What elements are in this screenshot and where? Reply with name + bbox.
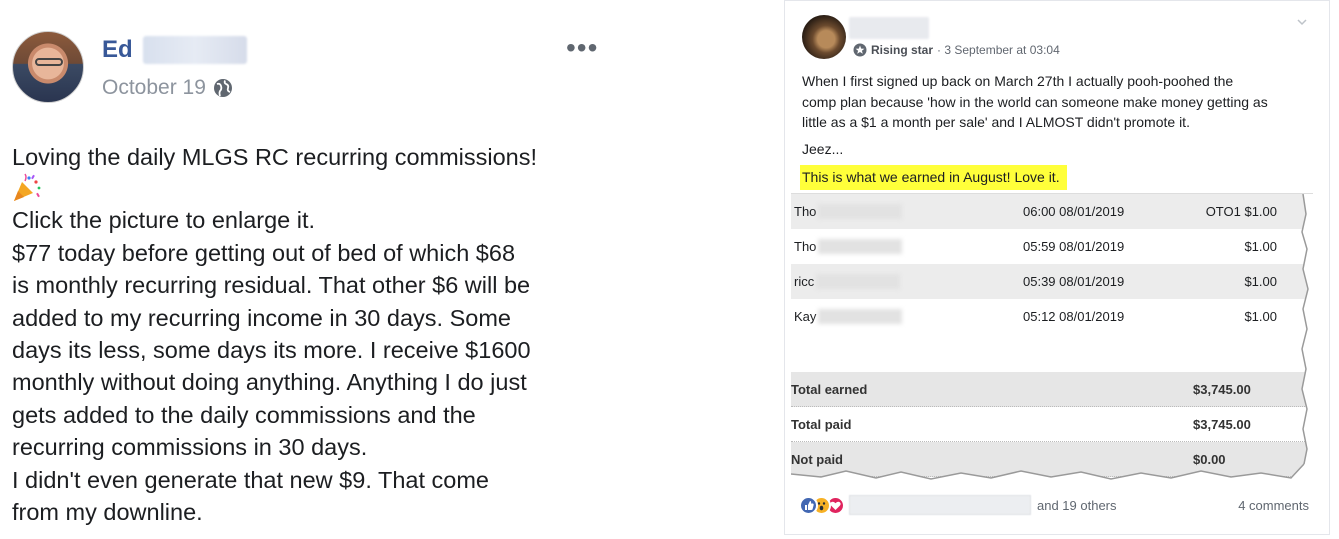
post-line: days its less, some days its more. I rec… [12,337,531,364]
post-line: recurring commissions in 30 days. [12,434,368,461]
row-amount: $1.00 [1244,309,1277,324]
post-line: Click the picture to enlarge it. [12,207,316,234]
row-time: 05:12 08/01/2019 [1023,309,1125,324]
post-line: $77 today before getting out of bed of w… [12,239,516,266]
party-popper-icon [14,173,41,202]
commissions-screenshot[interactable]: Tho 06:00 08/01/2019 OTO1 $1.00 Tho 05:5… [791,193,1313,483]
row-amount: $1.00 [1244,239,1277,254]
star-badge-icon [853,43,867,57]
post-body: When I first signed up back on March 27t… [800,71,1312,190]
summary-label: Total paid [791,416,852,432]
author-avatar[interactable] [802,15,846,59]
globe-icon [213,79,232,97]
table-row: Tho 05:59 08/01/2019 $1.00 [791,229,1313,264]
blurred-surname [142,36,247,64]
summary-value: $3,745.00 [1193,416,1251,432]
post-line: monthly without doing anything. Anything… [12,369,527,396]
post-timestamp[interactable]: · 3 September at 03:04 [937,43,1060,57]
row-name: ricc [794,274,901,289]
table-row: Tho 06:00 08/01/2019 OTO1 $1.00 [791,194,1313,229]
post-body: Loving the daily MLGS RC recurring commi… [12,141,612,528]
post-line: When I first signed up back on March 27t… [802,73,1234,89]
row-name: Kay [794,309,903,324]
summary-value: $0.00 [1193,451,1226,467]
author-name-link[interactable]: Ed [102,36,133,64]
row-name: Tho [794,239,903,254]
row-time: 06:00 08/01/2019 [1023,204,1125,219]
row-time: 05:39 08/01/2019 [1023,274,1125,289]
post-line: little as a $1 a month per sale' and I A… [802,114,1190,130]
chevron-down-icon[interactable] [1295,15,1309,29]
post-line: from my downline. [12,499,203,526]
author-avatar[interactable] [12,31,84,103]
post-line: gets added to the daily commissions and … [12,401,476,428]
summary-label: Total earned [791,381,868,397]
more-options-button[interactable]: ••• [566,34,598,62]
summary-label: Not paid [791,451,843,467]
post-line: comp plan because 'how in the world can … [802,93,1268,110]
summary-row: Total earned $3,745.00 [791,372,1313,407]
reactions-bar: and 19 others 4 comments [799,495,1319,517]
summary-row: Not paid $0.00 [791,442,1313,477]
post-meta: Rising star · 3 September at 03:04 [853,43,1060,57]
post-date-link[interactable]: October 19 [102,76,206,100]
blurred-author-name [849,17,929,39]
row-time: 05:59 08/01/2019 [1023,239,1125,254]
post-line: I didn't even generate that new $9. That… [12,466,489,493]
row-name: Tho [794,204,903,219]
row-amount: $1.00 [1244,274,1277,289]
post-line: is monthly recurring residual. That othe… [12,272,531,299]
post-line: Jeez... [802,140,844,157]
row-amount: OTO1 $1.00 [1205,204,1277,219]
avatar-glasses [35,58,63,66]
post-line: added to my recurring income in 30 days.… [12,304,511,331]
highlighted-text: This is what we earned in August! Love i… [800,165,1067,190]
table-row: Kay 05:12 08/01/2019 $1.00 [791,299,1313,334]
summary-value: $3,745.00 [1193,381,1251,397]
post-line: Loving the daily MLGS RC recurring commi… [12,144,538,170]
rising-star-badge: Rising star [871,43,934,57]
like-reaction-icon[interactable] [799,496,818,515]
post-meta: October 19 [102,76,233,100]
table-row: ricc 05:39 08/01/2019 $1.00 [791,264,1313,299]
reactions-count-link[interactable]: and 19 others [1037,498,1117,513]
comments-count-link[interactable]: 4 comments [1238,498,1309,513]
facebook-post-right: Rising star · 3 September at 03:04 When … [784,0,1330,535]
facebook-post-left: Ed October 19 ••• Loving the daily MLGS … [0,0,620,539]
summary-row: Total paid $3,745.00 [791,407,1313,442]
blurred-reactor-names [849,495,1031,515]
author-row: Ed [102,36,247,64]
